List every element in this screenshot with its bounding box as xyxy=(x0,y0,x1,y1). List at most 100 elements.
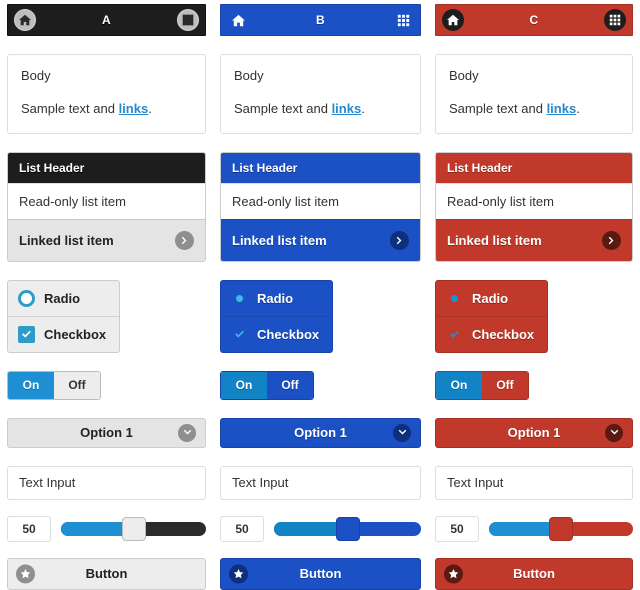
body-card-a: Body Sample text and links. xyxy=(7,54,206,134)
grid-icon[interactable] xyxy=(604,9,626,31)
body-link[interactable]: links xyxy=(332,101,362,116)
text-input-value: Text Input xyxy=(447,475,504,491)
star-icon xyxy=(229,564,248,584)
slider-track[interactable] xyxy=(489,516,633,541)
action-button-b[interactable]: Button xyxy=(220,557,421,590)
header-title-a: A xyxy=(102,13,111,27)
select-dropdown-b[interactable]: Option 1 xyxy=(220,417,421,448)
radio-selected-icon xyxy=(446,289,463,307)
body-text-before-link: Sample text and xyxy=(449,100,547,116)
slider-row-a: 50 xyxy=(7,515,206,542)
checkmark-icon xyxy=(231,325,248,343)
checkmark-icon xyxy=(18,325,35,343)
list-header: List Header xyxy=(8,152,205,183)
body-sample-text: Sample text and links. xyxy=(234,100,407,119)
radio-selected-icon xyxy=(18,289,35,307)
radio-row[interactable]: Radio xyxy=(221,281,332,316)
toggle-off-segment[interactable]: Off xyxy=(54,371,100,399)
header-title-b: B xyxy=(316,13,325,27)
toggle-off-segment[interactable]: Off xyxy=(482,371,528,399)
select-value: Option 1 xyxy=(507,425,561,441)
slider-handle[interactable] xyxy=(549,516,573,541)
toggle-switch-c[interactable]: On Off xyxy=(435,370,529,400)
home-icon[interactable] xyxy=(442,9,464,31)
choice-group-c: Radio Checkbox xyxy=(435,279,548,353)
checkbox-row[interactable]: Checkbox xyxy=(221,315,332,352)
header-bar-c: C xyxy=(435,4,633,36)
body-sample-text: Sample text and links. xyxy=(21,100,192,119)
star-icon xyxy=(444,564,463,584)
text-input-c[interactable]: Text Input xyxy=(435,465,633,500)
toggle-switch-a[interactable]: On Off xyxy=(7,370,101,400)
radio-label: Radio xyxy=(257,290,294,306)
slider-track[interactable] xyxy=(61,516,206,541)
select-value: Option 1 xyxy=(294,425,347,441)
body-link[interactable]: links xyxy=(119,101,149,116)
list-item-linked-label: Linked list item xyxy=(19,232,114,248)
radio-label: Radio xyxy=(44,290,81,306)
star-icon xyxy=(16,564,35,584)
list-item-readonly: Read-only list item xyxy=(221,182,420,219)
list-item-linked[interactable]: Linked list item xyxy=(436,218,632,261)
body-sample-text: Sample text and links. xyxy=(449,100,619,119)
list-item-linked[interactable]: Linked list item xyxy=(221,218,420,261)
checkbox-row[interactable]: Checkbox xyxy=(436,315,547,352)
list-item-readonly: Read-only list item xyxy=(436,182,632,219)
slider-value-field[interactable]: 50 xyxy=(220,515,264,542)
grid-icon[interactable] xyxy=(177,9,199,31)
list-item-linked[interactable]: Linked list item xyxy=(8,218,205,261)
radio-row[interactable]: Radio xyxy=(8,281,119,316)
slider-handle[interactable] xyxy=(335,516,360,541)
action-button-label: Button xyxy=(85,566,128,582)
chevron-down-icon xyxy=(178,423,196,442)
home-icon[interactable] xyxy=(14,9,36,31)
home-icon[interactable] xyxy=(227,9,249,31)
grid-icon[interactable] xyxy=(392,9,414,31)
text-input-a[interactable]: Text Input xyxy=(7,465,206,500)
checkmark-icon xyxy=(446,325,463,343)
radio-selected-icon xyxy=(231,289,248,307)
body-text-before-link: Sample text and xyxy=(234,100,332,116)
body-text-before-link: Sample text and xyxy=(21,100,119,116)
body-text-after-link: . xyxy=(148,100,152,116)
action-button-c[interactable]: Button xyxy=(435,557,633,590)
toggle-off-segment[interactable]: Off xyxy=(267,371,313,399)
list-header: List Header xyxy=(436,152,632,183)
toggle-on-segment[interactable]: On xyxy=(8,371,54,399)
action-button-a[interactable]: Button xyxy=(7,557,206,590)
slider-value-field[interactable]: 50 xyxy=(435,515,479,542)
checkbox-label: Checkbox xyxy=(472,326,535,342)
toggle-on-segment[interactable]: On xyxy=(221,371,267,399)
list-b: List Header Read-only list item Linked l… xyxy=(220,151,421,262)
checkbox-label: Checkbox xyxy=(257,326,320,342)
slider-track[interactable] xyxy=(274,516,421,541)
slider-row-b: 50 xyxy=(220,515,421,542)
slider-handle[interactable] xyxy=(121,516,146,541)
body-link[interactable]: links xyxy=(547,101,577,116)
list-header: List Header xyxy=(221,152,420,183)
body-text-after-link: . xyxy=(576,100,580,116)
chevron-right-icon xyxy=(390,230,409,250)
slider-value-field[interactable]: 50 xyxy=(7,515,51,542)
body-card-b: Body Sample text and links. xyxy=(220,54,421,134)
text-input-value: Text Input xyxy=(19,475,76,491)
radio-row[interactable]: Radio xyxy=(436,281,547,316)
list-c: List Header Read-only list item Linked l… xyxy=(435,151,633,262)
theme-swatch-columns: A Body Sample text and links. List Heade… xyxy=(0,0,640,590)
toggle-switch-b[interactable]: On Off xyxy=(220,370,314,400)
toggle-on-segment[interactable]: On xyxy=(436,371,482,399)
chevron-down-icon xyxy=(393,423,411,442)
text-input-b[interactable]: Text Input xyxy=(220,465,421,500)
checkbox-label: Checkbox xyxy=(44,326,107,342)
text-input-value: Text Input xyxy=(232,475,289,491)
checkbox-row[interactable]: Checkbox xyxy=(8,315,119,352)
list-item-linked-label: Linked list item xyxy=(447,232,542,248)
body-heading: Body xyxy=(21,68,51,83)
theme-swatch-c: C Body Sample text and links. List Heade… xyxy=(428,0,640,590)
chevron-right-icon xyxy=(602,230,621,250)
list-item-linked-label: Linked list item xyxy=(232,232,327,248)
select-dropdown-c[interactable]: Option 1 xyxy=(435,417,633,448)
select-dropdown-a[interactable]: Option 1 xyxy=(7,417,206,448)
choice-group-a: Radio Checkbox xyxy=(7,279,120,353)
chevron-down-icon xyxy=(605,423,623,442)
